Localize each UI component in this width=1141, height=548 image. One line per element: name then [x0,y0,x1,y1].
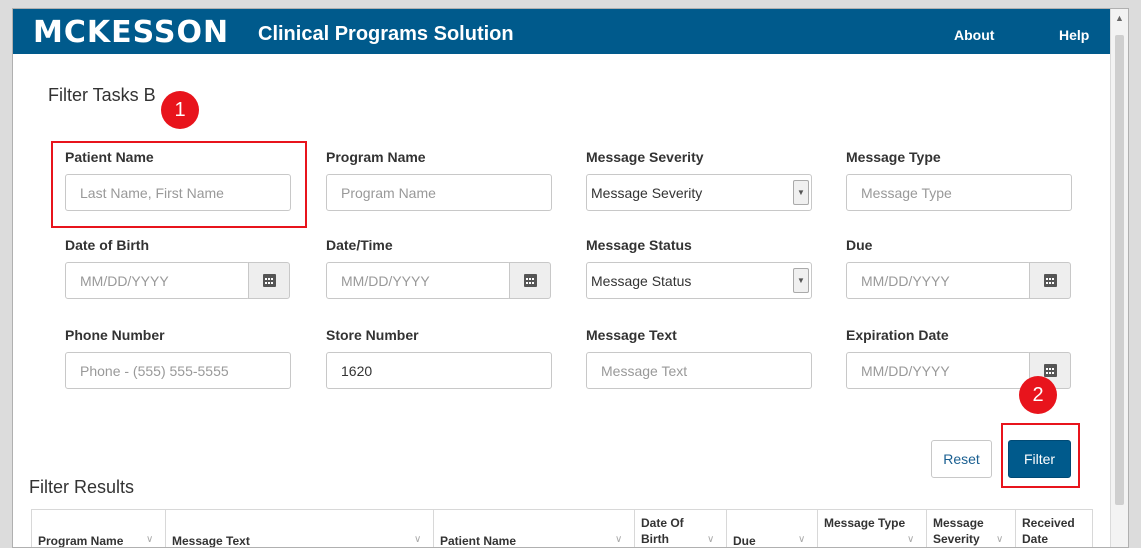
sort-icon[interactable]: ∨ [615,534,622,545]
date-time-input[interactable]: MM/DD/YYYY [326,262,511,299]
scroll-up-icon[interactable]: ▲ [1115,13,1124,23]
column-date-of-birth[interactable]: Date Of Birth ∨ [635,510,727,547]
sort-icon[interactable]: ∨ [146,534,153,545]
column-program-name[interactable]: Program Name ∨ [32,510,166,548]
store-number-label: Store Number [326,327,419,343]
message-severity-select[interactable]: Message Severity ▼ [586,174,812,211]
date-time-calendar-button[interactable] [509,262,551,299]
column-label: Message Text [172,534,250,548]
message-text-input[interactable]: Message Text [586,352,812,389]
annotation-marker-1: 1 [161,91,199,129]
calendar-icon [1044,274,1057,287]
column-label-line2: Birth [641,532,669,546]
filter-button-highlight [1001,423,1080,488]
app-title: Clinical Programs Solution [258,23,514,45]
scrollbar-thumb[interactable] [1115,35,1124,505]
column-label: Message Type [824,516,906,530]
browser-window: MCKESSON Clinical Programs Solution Abou… [12,8,1129,548]
column-label: Program Name [38,534,124,548]
about-link[interactable]: About [954,27,994,43]
reset-button[interactable]: Reset [931,440,992,478]
column-label-line1: Message [933,516,984,530]
calendar-icon [263,274,276,287]
annotation-marker-2: 2 [1019,376,1057,414]
message-type-input[interactable]: Message Type [846,174,1072,211]
store-number-input[interactable]: 1620 [326,352,552,389]
date-of-birth-input[interactable]: MM/DD/YYYY [65,262,250,299]
phone-number-input[interactable]: Phone - (555) 555-5555 [65,352,291,389]
app-header: MCKESSON Clinical Programs Solution Abou… [13,9,1112,54]
expiration-date-input[interactable]: MM/DD/YYYY [846,352,1031,389]
sort-icon[interactable]: ∨ [996,534,1003,545]
sort-icon[interactable]: ∨ [414,534,421,545]
column-label-line1: Received [1022,516,1075,530]
column-label-line2: Date [1022,532,1049,546]
column-message-type[interactable]: Message Type ∨ [818,510,927,547]
message-severity-label: Message Severity [586,149,704,165]
column-message-text[interactable]: Message Text ∨ [166,510,434,548]
chevron-down-icon[interactable]: ▼ [793,268,809,293]
due-label: Due [846,237,873,253]
column-label: Due [733,534,756,548]
message-text-label: Message Text [586,327,677,343]
calendar-icon [1044,364,1057,377]
results-table-header: Program Name ∨ Message Text ∨ Patient Na… [31,509,1094,548]
date-of-birth-group: MM/DD/YYYY [65,262,291,299]
column-message-severity[interactable]: Message Severity ∨ [927,510,1016,547]
vertical-scrollbar[interactable]: ▲ [1110,9,1128,547]
sort-icon[interactable]: ∨ [707,534,714,545]
program-name-label: Program Name [326,149,426,165]
filter-results-title: Filter Results [29,477,135,497]
phone-number-label: Phone Number [65,327,165,343]
mckesson-logo: MCKESSON [33,15,230,50]
date-time-group: MM/DD/YYYY [326,262,552,299]
date-of-birth-calendar-button[interactable] [248,262,290,299]
chevron-down-icon[interactable]: ▼ [793,180,809,205]
sort-icon[interactable]: ∨ [798,534,805,545]
calendar-icon [524,274,537,287]
column-due[interactable]: Due ∨ [727,510,818,548]
date-of-birth-label: Date of Birth [65,237,149,253]
due-calendar-button[interactable] [1029,262,1071,299]
due-input[interactable]: MM/DD/YYYY [846,262,1031,299]
due-group: MM/DD/YYYY [846,262,1072,299]
message-severity-value: Message Severity [591,185,703,201]
message-type-label: Message Type [846,149,941,165]
column-label-line1: Date Of [641,516,684,530]
patient-name-highlight [51,141,307,228]
message-status-label: Message Status [586,237,692,253]
column-received-date[interactable]: Received Date [1016,510,1094,547]
column-label: Patient Name [440,534,517,548]
column-label-line2: Severity [933,532,980,546]
column-patient-name[interactable]: Patient Name ∨ [434,510,635,548]
program-name-input[interactable]: Program Name [326,174,552,211]
sort-icon[interactable]: ∨ [907,534,914,545]
expiration-date-label: Expiration Date [846,327,949,343]
help-link[interactable]: Help [1059,27,1089,43]
date-time-label: Date/Time [326,237,393,253]
filter-tasks-title: Filter Tasks B [48,85,156,105]
message-status-value: Message Status [591,273,692,289]
message-status-select[interactable]: Message Status ▼ [586,262,812,299]
